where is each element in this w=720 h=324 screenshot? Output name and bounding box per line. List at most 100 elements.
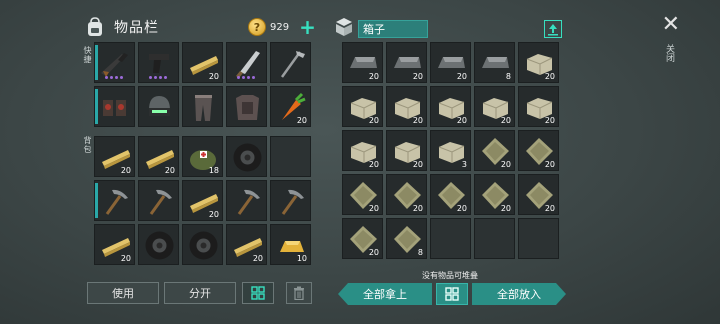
container-slot[interactable]: 20 <box>518 86 559 127</box>
take-all-button[interactable]: 全部拿上 <box>338 283 432 305</box>
container-slot[interactable] <box>518 218 559 259</box>
backpack-slot[interactable] <box>226 180 267 221</box>
item-quantity: 20 <box>164 166 175 175</box>
container-slot[interactable]: 20 <box>386 130 427 171</box>
container-slot[interactable]: 20 <box>430 42 471 83</box>
item-quantity: 20 <box>456 204 467 213</box>
item-quantity: 8 <box>417 248 423 257</box>
container-slot[interactable]: 20 <box>342 130 383 171</box>
hotbar-slot[interactable] <box>226 86 267 127</box>
item-quantity: 20 <box>412 116 423 125</box>
backpack-slot[interactable] <box>138 224 179 265</box>
container-slot[interactable]: 20 <box>386 174 427 215</box>
container-slot[interactable]: 20 <box>386 42 427 83</box>
container-slot[interactable]: 20 <box>342 218 383 259</box>
backpack-slot[interactable] <box>182 224 223 265</box>
hotbar-slot[interactable]: 20 <box>270 86 311 127</box>
hotbar-slot[interactable] <box>138 42 179 83</box>
item-quantity: 20 <box>500 160 511 169</box>
inventory-panel: 物品栏 ? 929 + 快捷 背包 20 20 20 20 18 20 20 20 10 使用… <box>83 14 324 324</box>
backpack-slot[interactable]: 20 <box>182 180 223 221</box>
sort-inventory-button[interactable] <box>242 282 274 304</box>
backpack-slot[interactable]: 20 <box>94 136 135 177</box>
upload-icon <box>548 24 558 36</box>
item-quantity: 10 <box>296 254 307 263</box>
item-quantity: 18 <box>208 166 219 175</box>
container-slot[interactable]: 20 <box>342 86 383 127</box>
close-button[interactable]: ✕ <box>662 12 680 37</box>
item-quantity: 20 <box>208 72 219 81</box>
container-slot[interactable]: 20 <box>342 174 383 215</box>
container-slot[interactable]: 20 <box>474 174 515 215</box>
rarity-dots <box>105 76 123 79</box>
item-quantity: 20 <box>120 166 131 175</box>
container-slot[interactable]: 8 <box>386 218 427 259</box>
backpack-slot[interactable] <box>138 180 179 221</box>
container-slot[interactable]: 20 <box>518 42 559 83</box>
backpack-slot[interactable]: 10 <box>270 224 311 265</box>
hotbar-slot[interactable] <box>226 42 267 83</box>
container-slot[interactable] <box>474 218 515 259</box>
item-quantity: 20 <box>412 72 423 81</box>
hotbar-slot[interactable] <box>270 42 311 83</box>
grid-sort-icon <box>251 286 265 300</box>
coin-display: ? 929 + <box>248 17 316 37</box>
backpack-slot[interactable] <box>226 136 267 177</box>
coin-count: 929 <box>270 21 290 33</box>
item-quantity: 20 <box>368 248 379 257</box>
inventory-header: 物品栏 <box>84 16 159 38</box>
backpack-slot[interactable] <box>270 180 311 221</box>
container-slot[interactable]: 20 <box>474 130 515 171</box>
item-quantity: 20 <box>252 254 263 263</box>
container-title: 箱子 <box>358 20 428 38</box>
container-slot[interactable]: 3 <box>430 130 471 171</box>
hotbar-slot[interactable] <box>182 86 223 127</box>
sort-container-button[interactable] <box>436 283 468 305</box>
item-quantity: 20 <box>296 116 307 125</box>
put-all-button[interactable]: 全部放入 <box>472 283 566 305</box>
container-slot[interactable]: 20 <box>342 42 383 83</box>
backpack-slot[interactable]: 20 <box>94 224 135 265</box>
hotbar-slot[interactable] <box>138 86 179 127</box>
item-quantity: 20 <box>544 116 555 125</box>
backpack-slot[interactable]: 20 <box>226 224 267 265</box>
hotbar-slot[interactable]: 20 <box>182 42 223 83</box>
hotbar-grid: 20 20 <box>94 42 311 127</box>
container-slot[interactable]: 20 <box>474 86 515 127</box>
item-quantity: 8 <box>505 72 511 81</box>
container-slot[interactable] <box>430 218 471 259</box>
backpack-grid: 20 20 18 20 20 20 10 <box>94 136 311 265</box>
grid-sort-icon <box>445 287 459 301</box>
hotbar-slot[interactable] <box>94 42 135 83</box>
item-quantity: 20 <box>208 210 219 219</box>
backpack-slot[interactable] <box>94 180 135 221</box>
item-quantity: 20 <box>500 116 511 125</box>
item-quantity: 3 <box>461 160 467 169</box>
container-slot[interactable]: 20 <box>430 86 471 127</box>
coin-icon: ? <box>248 18 266 36</box>
add-coins-button[interactable]: + <box>299 17 316 37</box>
rarity-dots <box>149 76 167 79</box>
item-quantity: 20 <box>368 116 379 125</box>
container-slot[interactable]: 20 <box>518 174 559 215</box>
no-stack-message: 没有物品可堆叠 <box>422 271 478 280</box>
hotbar-slot[interactable] <box>94 86 135 127</box>
backpack-label: 背包 <box>83 136 92 154</box>
use-button[interactable]: 使用 <box>87 282 159 304</box>
backpack-slot[interactable] <box>270 136 311 177</box>
container-slot[interactable]: 8 <box>474 42 515 83</box>
backpack-slot[interactable]: 18 <box>182 136 223 177</box>
item-quantity: 20 <box>412 160 423 169</box>
upload-button[interactable] <box>544 20 562 38</box>
trash-button[interactable] <box>286 282 312 304</box>
backpack-slot[interactable]: 20 <box>138 136 179 177</box>
container-slot[interactable]: 20 <box>518 130 559 171</box>
item-quantity: 20 <box>544 160 555 169</box>
item-quantity: 20 <box>368 160 379 169</box>
container-slot[interactable]: 20 <box>430 174 471 215</box>
container-slot[interactable]: 20 <box>386 86 427 127</box>
inventory-title: 物品栏 <box>114 20 159 36</box>
split-button[interactable]: 分开 <box>164 282 236 304</box>
item-quantity: 20 <box>456 72 467 81</box>
item-quantity: 20 <box>412 204 423 213</box>
